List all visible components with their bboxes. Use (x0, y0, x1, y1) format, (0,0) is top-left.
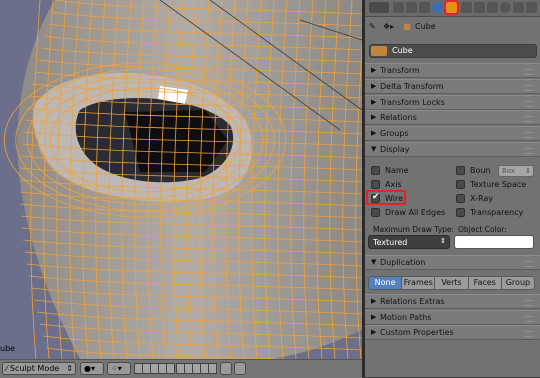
drag-grip-icon[interactable] (524, 261, 534, 267)
drag-grip-icon[interactable] (524, 148, 534, 154)
object-data-icon[interactable] (371, 46, 387, 56)
object-name-field[interactable]: Cube (369, 44, 537, 58)
pivot-icon: ⁘▾ (111, 364, 122, 373)
modifiers-icon[interactable] (474, 2, 485, 13)
duplication-verts-button[interactable]: Verts (434, 276, 469, 290)
drag-grip-icon[interactable] (524, 331, 534, 337)
axis-checkbox[interactable] (371, 180, 380, 189)
expanded-triangle-icon: ▼ (371, 145, 377, 153)
panel-relations[interactable]: ▶ Relations (365, 110, 540, 125)
sculpt-brush-icon: ⁄ (6, 364, 8, 373)
pivot-button[interactable]: ⁘▾ (107, 362, 131, 375)
dropdown-arrows-icon: ⇕ (66, 364, 73, 373)
layer-buttons-1[interactable] (134, 363, 175, 374)
drag-grip-icon[interactable] (524, 85, 534, 91)
name-checkbox[interactable] (371, 166, 380, 175)
collapsed-triangle-icon: ▶ (371, 328, 377, 336)
3d-viewport[interactable]: ube (0, 0, 362, 359)
panel-display[interactable]: ▼ Display (365, 142, 540, 157)
world-icon[interactable] (432, 2, 443, 13)
lock-icon[interactable] (220, 362, 232, 375)
duplication-options: None Frames Verts Faces Group (368, 276, 536, 290)
draw-all-edges-checkbox[interactable] (371, 208, 380, 217)
object-color-swatch[interactable] (454, 235, 534, 249)
panel-transform[interactable]: ▶ Transform (365, 63, 540, 78)
collapsed-triangle-icon: ▶ (371, 82, 377, 90)
max-draw-type-label: Maximum Draw Type: (373, 225, 455, 234)
drag-grip-icon[interactable] (524, 101, 534, 107)
panel-custom-properties[interactable]: ▶ Custom Properties (365, 325, 540, 340)
material-icon[interactable] (500, 2, 511, 13)
duplication-frames-button[interactable]: Frames (401, 276, 436, 290)
wire-highlight-box (366, 190, 406, 205)
texture-icon[interactable] (513, 2, 524, 13)
panel-relations-extras[interactable]: ▶ Relations Extras (365, 294, 540, 309)
render-icon[interactable] (393, 2, 404, 13)
duplication-none-button[interactable]: None (368, 276, 403, 290)
properties-editor: ✎ ❖▸ ■ Cube Cube ▶ Transform ▶ Delta Trans… (365, 0, 540, 377)
viewport-shading-button[interactable]: ●▾ (80, 362, 104, 375)
camera-icon[interactable] (234, 362, 246, 375)
dropdown-arrows-icon: ⇕ (440, 237, 446, 245)
panel-groups[interactable]: ▶ Groups (365, 126, 540, 141)
mode-selector[interactable]: ⁄ Sculpt Mode ⇕ (2, 362, 76, 375)
max-draw-type-select[interactable]: Textured ⇕ (368, 235, 450, 249)
panel-delta-transform[interactable]: ▶ Delta Transform (365, 79, 540, 94)
collapsed-triangle-icon: ▶ (371, 129, 377, 137)
context-breadcrumb: ✎ ❖▸ ■ Cube (369, 21, 536, 35)
object-name-value: Cube (392, 46, 413, 55)
render-layers-icon[interactable] (406, 2, 417, 13)
mesh-render (4, 0, 362, 359)
expanded-triangle-icon: ▼ (371, 258, 377, 266)
drag-grip-icon[interactable] (524, 132, 534, 138)
panel-duplication[interactable]: ▼ Duplication (365, 255, 540, 270)
collapsed-triangle-icon: ▶ (371, 98, 377, 106)
context-object-name: Cube (415, 22, 436, 31)
panel-motion-paths[interactable]: ▶ Motion Paths (365, 310, 540, 325)
panel-transform-locks[interactable]: ▶ Transform Locks (365, 95, 540, 110)
constraints-icon[interactable] (461, 2, 472, 13)
duplication-group-button[interactable]: Group (500, 276, 536, 290)
drag-grip-icon[interactable] (524, 69, 534, 75)
drag-grip-icon[interactable] (524, 300, 534, 306)
collapsed-triangle-icon: ▶ (371, 313, 377, 321)
physics-icon[interactable] (526, 2, 537, 13)
collapsed-triangle-icon: ▶ (371, 297, 377, 305)
collapsed-triangle-icon: ▶ (371, 66, 377, 74)
active-object-label: ube (0, 344, 16, 353)
cube-icon: ■ (403, 22, 411, 31)
sphere-icon: ●▾ (84, 364, 95, 373)
collapsed-triangle-icon: ▶ (371, 113, 377, 121)
drag-grip-icon[interactable] (524, 316, 534, 322)
viewport-header: ⁄ Sculpt Mode ⇕ ●▾ ⁘▾ (0, 359, 362, 378)
scene-icon[interactable] (419, 2, 430, 13)
editor-type-icon[interactable] (369, 2, 389, 13)
drag-grip-icon[interactable] (524, 116, 534, 122)
layer-buttons-2[interactable] (176, 363, 217, 374)
texture-space-checkbox[interactable] (456, 180, 465, 189)
mode-label: Sculpt Mode (9, 364, 60, 373)
pin-icon[interactable]: ✎ (369, 22, 376, 31)
dropdown-arrows-icon: ⇕ (525, 167, 531, 175)
xray-checkbox[interactable] (456, 194, 465, 203)
scene-context-icon: ❖▸ (383, 22, 395, 31)
bounds-checkbox[interactable] (456, 166, 465, 175)
properties-header (365, 0, 540, 17)
object-icon[interactable] (444, 0, 459, 15)
object-color-label: Object Color: (458, 225, 507, 234)
data-icon[interactable] (487, 2, 498, 13)
duplication-faces-button[interactable]: Faces (467, 276, 502, 290)
transparency-checkbox[interactable] (456, 208, 465, 217)
bounds-type-select[interactable]: Box ⇕ (498, 165, 534, 177)
